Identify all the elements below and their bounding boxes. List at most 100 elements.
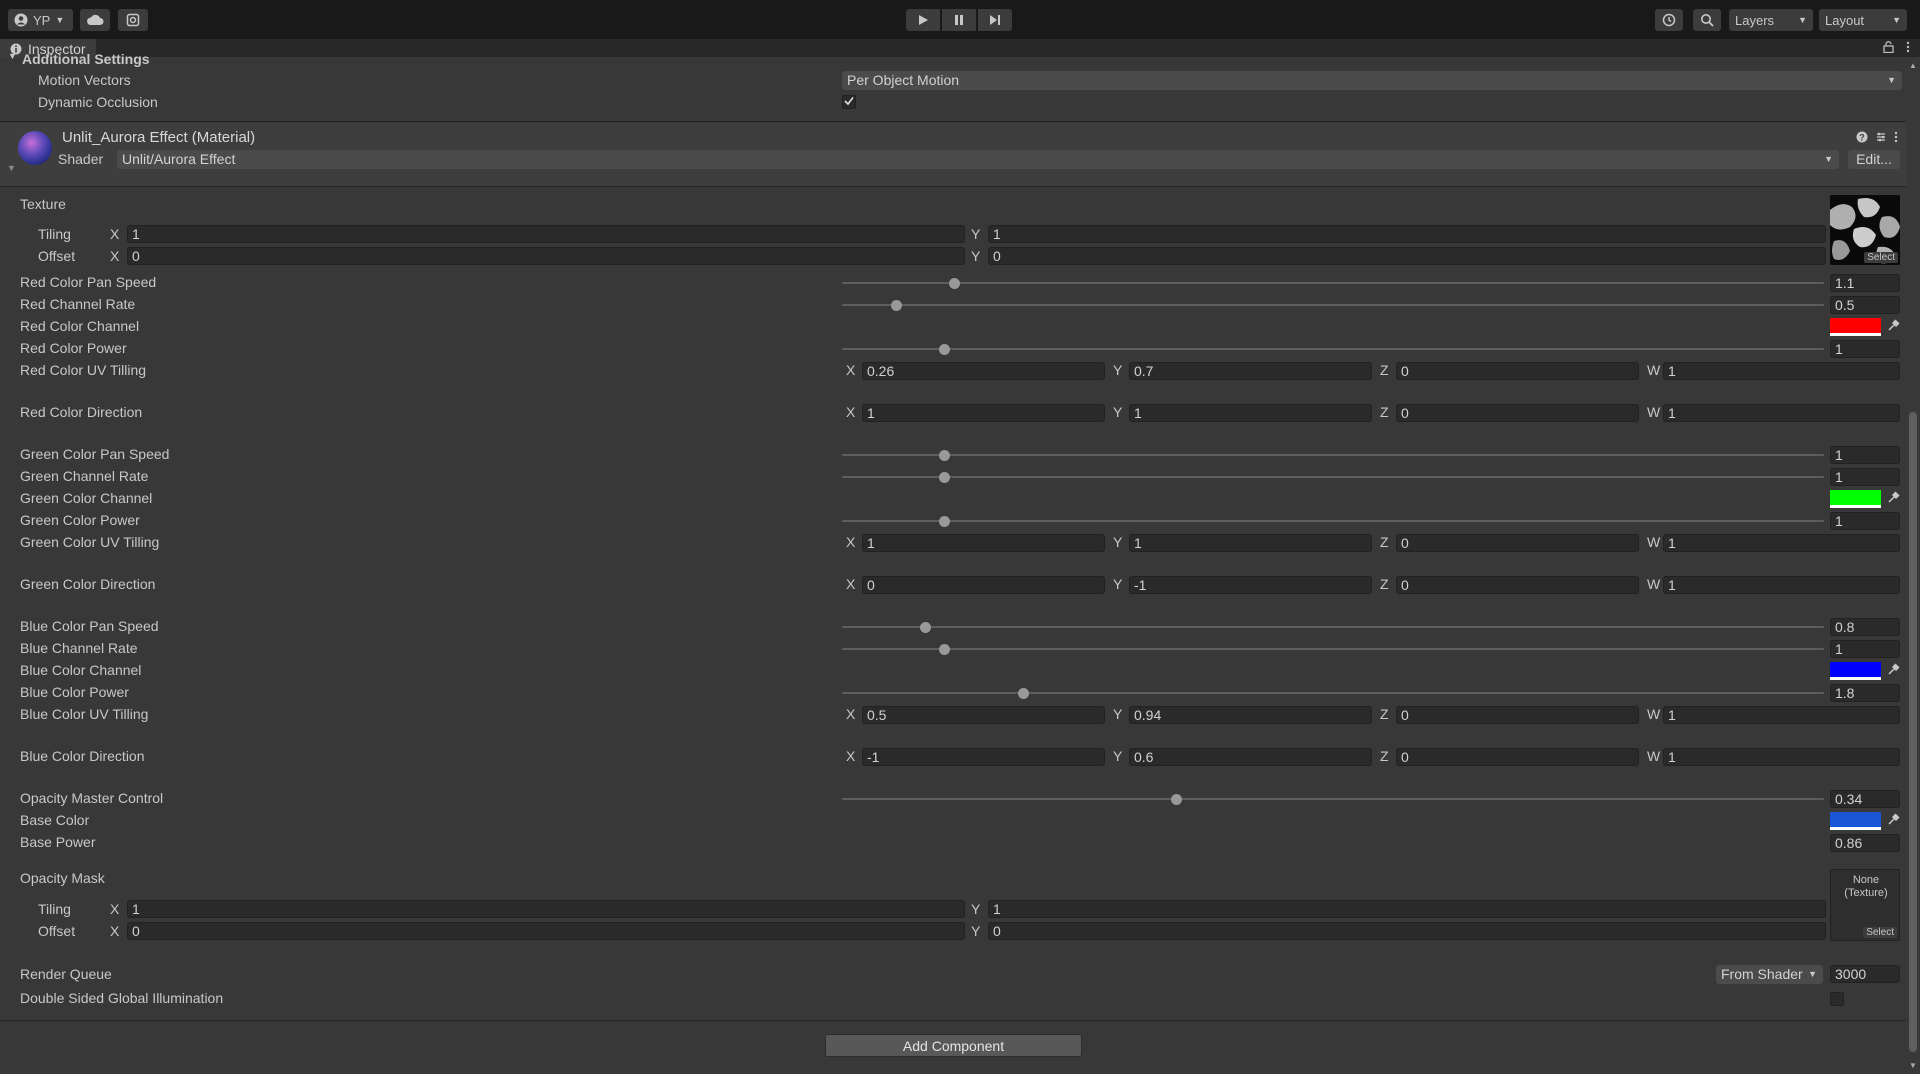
opacity-master-slider-thumb[interactable]: [1170, 794, 1182, 805]
offset-x-field[interactable]: 0: [127, 247, 965, 265]
red-pan-speed-slider-track[interactable]: [842, 282, 1824, 284]
base-power-value-field[interactable]: 0.86: [1830, 834, 1900, 852]
green-direction-y-field[interactable]: -1: [1129, 576, 1372, 594]
scroll-down-icon[interactable]: ▼: [1909, 1061, 1917, 1070]
red-direction-w-field[interactable]: 1: [1663, 404, 1900, 422]
blue-uv-tilling-w-field[interactable]: 1: [1663, 706, 1900, 724]
red-pan-speed-slider-thumb[interactable]: [948, 278, 960, 289]
green-direction-w-field[interactable]: 1: [1663, 576, 1900, 594]
tiling-y-field[interactable]: 1: [988, 225, 1826, 243]
red-channel-rate-value-field[interactable]: 0.5: [1830, 296, 1900, 314]
scroll-up-icon[interactable]: ▲: [1909, 61, 1917, 70]
layout-dropdown[interactable]: Layout ▼: [1819, 9, 1907, 31]
blue-channel-rate-slider-thumb[interactable]: [939, 644, 951, 655]
blue-uv-tilling-x-field[interactable]: 0.5: [862, 706, 1105, 724]
blue-direction-x-field[interactable]: -1: [862, 748, 1105, 766]
cloud-button[interactable]: [80, 9, 110, 31]
blue-uv-tilling-z-field[interactable]: 0: [1396, 706, 1639, 724]
green-color-channel-swatch[interactable]: [1830, 490, 1881, 508]
blue-direction-z-field[interactable]: 0: [1396, 748, 1639, 766]
red-color-power-slider-track[interactable]: [842, 348, 1824, 350]
add-component-button[interactable]: Add Component: [825, 1034, 1082, 1057]
green-pan-speed-slider-track[interactable]: [842, 454, 1824, 456]
red-direction-x-field[interactable]: 1: [862, 404, 1105, 422]
blue-color-channel-swatch[interactable]: [1830, 662, 1881, 680]
blue-pan-speed-value-field[interactable]: 0.8: [1830, 618, 1900, 636]
search-button[interactable]: [1693, 9, 1721, 31]
green-direction-z-field[interactable]: 0: [1396, 576, 1639, 594]
eyedropper-icon[interactable]: [1887, 813, 1901, 827]
shader-dropdown[interactable]: Unlit/Aurora Effect ▼: [117, 150, 1839, 169]
green-color-power-slider-track[interactable]: [842, 520, 1824, 522]
double-sided-gi-checkbox[interactable]: [1830, 992, 1844, 1006]
blue-direction-y-field[interactable]: 0.6: [1129, 748, 1372, 766]
additional-settings-header[interactable]: Additional Settings: [22, 51, 150, 67]
red-uv-tilling-w-field[interactable]: 1: [1663, 362, 1900, 380]
eyedropper-icon[interactable]: [1887, 491, 1901, 505]
dynamic-occlusion-checkbox[interactable]: [842, 95, 856, 109]
green-channel-rate-slider-track[interactable]: [842, 476, 1824, 478]
play-button[interactable]: [906, 9, 940, 31]
green-uv-tilling-x-field[interactable]: 1: [862, 534, 1105, 552]
green-direction-x-field[interactable]: 0: [862, 576, 1105, 594]
mask-offset-y-field[interactable]: 0: [988, 922, 1826, 940]
green-color-power-value-field[interactable]: 1: [1830, 512, 1900, 530]
tiling-x-field[interactable]: 1: [127, 225, 965, 243]
mask-tiling-y-field[interactable]: 1: [988, 900, 1826, 918]
blue-channel-rate-value-field[interactable]: 1: [1830, 640, 1900, 658]
opacity-mask-select-button[interactable]: Select: [1863, 927, 1897, 938]
green-channel-rate-value-field[interactable]: 1: [1830, 468, 1900, 486]
opacity-master-value-field[interactable]: 0.34: [1830, 790, 1900, 808]
green-uv-tilling-y-field[interactable]: 1: [1129, 534, 1372, 552]
opacity-mask-slot[interactable]: None (Texture) Select: [1830, 869, 1900, 941]
base-color-swatch[interactable]: [1830, 812, 1881, 830]
opacity-master-slider-track[interactable]: [842, 798, 1824, 800]
blue-pan-speed-slider-thumb[interactable]: [920, 622, 932, 633]
red-direction-y-field[interactable]: 1: [1129, 404, 1372, 422]
motion-vectors-dropdown[interactable]: Per Object Motion ▼: [842, 71, 1902, 90]
red-channel-rate-slider-track[interactable]: [842, 304, 1824, 306]
texture-thumbnail[interactable]: Select: [1830, 195, 1900, 265]
account-dropdown[interactable]: YP ▼: [8, 9, 73, 31]
edit-shader-button[interactable]: Edit...: [1848, 150, 1900, 169]
pause-button[interactable]: [942, 9, 976, 31]
red-direction-z-field[interactable]: 0: [1396, 404, 1639, 422]
chevron-down-icon[interactable]: ▼: [8, 51, 17, 61]
red-pan-speed-value-field[interactable]: 1.1: [1830, 274, 1900, 292]
green-color-power-slider-thumb[interactable]: [939, 516, 951, 527]
red-color-channel-swatch[interactable]: [1830, 318, 1881, 336]
eyedropper-icon[interactable]: [1887, 319, 1901, 333]
red-color-power-value-field[interactable]: 1: [1830, 340, 1900, 358]
blue-direction-w-field[interactable]: 1: [1663, 748, 1900, 766]
eyedropper-icon[interactable]: [1887, 663, 1901, 677]
offset-y-field[interactable]: 0: [988, 247, 1826, 265]
mask-offset-x-field[interactable]: 0: [127, 922, 965, 940]
lock-icon[interactable]: [1883, 41, 1894, 56]
blue-color-power-slider-track[interactable]: [842, 692, 1824, 694]
collab-button[interactable]: [118, 9, 148, 31]
vertical-scrollbar[interactable]: ▲ ▼: [1906, 57, 1920, 1074]
blue-channel-rate-slider-track[interactable]: [842, 648, 1824, 650]
kebab-menu-icon[interactable]: [1894, 130, 1898, 146]
green-uv-tilling-z-field[interactable]: 0: [1396, 534, 1639, 552]
render-queue-mode-dropdown[interactable]: From Shader ▼: [1716, 965, 1823, 984]
blue-uv-tilling-y-field[interactable]: 0.94: [1129, 706, 1372, 724]
red-uv-tilling-x-field[interactable]: 0.26: [862, 362, 1105, 380]
blue-pan-speed-slider-track[interactable]: [842, 626, 1824, 628]
green-channel-rate-slider-thumb[interactable]: [939, 472, 951, 483]
scrollbar-thumb[interactable]: [1909, 412, 1917, 1052]
mask-tiling-x-field[interactable]: 1: [127, 900, 965, 918]
red-uv-tilling-z-field[interactable]: 0: [1396, 362, 1639, 380]
blue-color-power-value-field[interactable]: 1.8: [1830, 684, 1900, 702]
chevron-down-icon[interactable]: ▼: [7, 163, 16, 173]
red-color-power-slider-thumb[interactable]: [939, 344, 951, 355]
red-uv-tilling-y-field[interactable]: 0.7: [1129, 362, 1372, 380]
green-uv-tilling-w-field[interactable]: 1: [1663, 534, 1900, 552]
texture-select-button[interactable]: Select: [1864, 252, 1898, 263]
red-channel-rate-slider-thumb[interactable]: [891, 300, 902, 311]
green-pan-speed-value-field[interactable]: 1: [1830, 446, 1900, 464]
kebab-menu-icon[interactable]: [1906, 41, 1910, 56]
blue-color-power-slider-thumb[interactable]: [1017, 688, 1029, 699]
green-pan-speed-slider-thumb[interactable]: [939, 450, 951, 461]
history-button[interactable]: [1655, 9, 1683, 31]
